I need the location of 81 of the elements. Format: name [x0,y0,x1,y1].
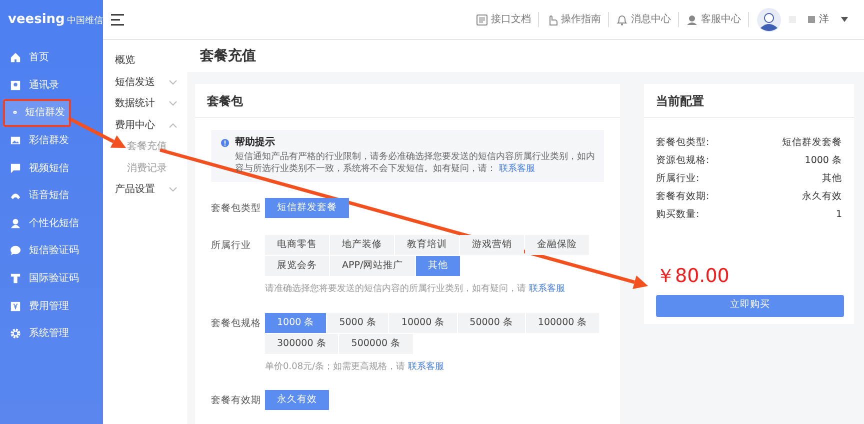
sidebar-item[interactable]: 费用管理 [0,292,103,320]
caret-icon[interactable] [841,17,848,22]
header-link[interactable]: 接口文档 [469,12,539,27]
submenu-item[interactable]: 短信发送 [103,72,187,93]
option-button[interactable]: 地产装修 [330,235,394,256]
config-label: 购买数量: [656,208,700,222]
config-label: 套餐有效期: [656,190,710,204]
option-button[interactable]: 1000 条 [265,312,326,333]
document-icon [476,14,488,26]
config-label: 所属行业: [656,172,700,186]
option-button[interactable]: 金融保险 [525,235,589,256]
page-title: 套餐充值 [187,40,864,72]
submenu-item[interactable]: 概览 [103,50,187,72]
image-icon [10,135,21,146]
option-button[interactable]: 展览会务 [265,256,329,276]
home-icon [10,52,21,64]
option-button[interactable]: 其他 [416,256,460,276]
contact-card-icon [10,80,21,91]
option-button[interactable]: 50000 条 [458,312,525,333]
field-label: 所属行业 [211,239,252,254]
config-value: 短信群发套餐 [782,136,842,150]
sidebar-item[interactable]: 彩信群发 [0,126,103,154]
config-value: 永久有效 [802,190,842,204]
option-button[interactable]: 500000 条 [339,334,413,354]
message-icon [10,162,21,174]
field-label: 套餐包类型 [211,202,262,216]
sidebar-item[interactable]: 系统管理 [0,320,103,348]
header-link[interactable]: 客服中心 [679,12,749,27]
annotation-arrow [67,116,126,148]
card-title: 套餐包 [195,84,620,118]
sidebar-item[interactable]: 短信群发 [3,99,71,127]
option-button[interactable]: 短信群发套餐 [265,198,349,218]
hint-text: 请准确选择您将要发送的短信内容的所属行业类别，如有疑问，请 联系客服 [265,283,566,296]
help-title: 帮助提示 [235,136,276,150]
user-name[interactable]: 洋 [819,12,829,27]
sidebar-item[interactable]: 语音短信 [0,182,103,210]
contact-link[interactable]: 联系客服 [408,362,444,372]
hint-text: 单价0.08元/条；如需更高规格，请 联系客服 [265,360,445,374]
option-button[interactable]: 300000 条 [265,334,338,354]
card-title: 当前配置 [644,84,854,118]
option-button[interactable]: 教育培训 [395,235,459,256]
option-button[interactable]: 5000 条 [327,312,388,333]
option-button[interactable]: 10000 条 [389,312,457,333]
sidebar-item[interactable]: 国际验证码 [0,264,103,292]
gear-icon [10,328,21,340]
menu-icon[interactable] [111,14,125,26]
submenu-item[interactable]: 消费记录 [103,158,187,179]
submenu-item[interactable]: 数据统计 [103,93,187,114]
bell-icon [616,14,628,26]
sidebar-item[interactable]: 短信验证码 [0,237,103,265]
option-button[interactable]: 电商零售 [265,235,329,256]
option-button[interactable]: 游戏营销 [460,235,524,256]
chat-bubble-icon [10,245,21,256]
config-label: 套餐包类型: [656,136,710,150]
config-value: 1 [836,208,842,222]
config-value: 1000 条 [804,154,842,168]
header-link[interactable]: 操作指南 [539,12,609,27]
buy-button[interactable]: 立即购买 [656,294,844,316]
info-icon [221,139,229,147]
contact-link[interactable]: 联系客服 [498,164,535,174]
avatar[interactable] [757,8,781,32]
submenu-item[interactable]: 产品设置 [103,179,187,200]
sidebar-item[interactable]: 视频短信 [0,154,103,182]
price: ￥80.00 [655,264,730,289]
sidebar-item[interactable]: 个性化短信 [0,210,103,238]
submenu-item[interactable]: 费用中心 [103,114,187,136]
person-icon [10,218,21,229]
option-button[interactable]: 100000 条 [526,312,600,333]
contact-link[interactable]: 联系客服 [528,284,565,294]
logo: veesing 中国维信 [8,11,103,30]
option-button[interactable]: 永久有效 [265,390,329,410]
field-label: 套餐包规格 [211,316,262,331]
field-label: 套餐有效期 [211,394,262,408]
yen-icon [10,300,21,312]
redaction-mark [808,16,815,23]
sidebar-item[interactable]: 通讯录 [0,72,103,100]
config-value: 其他 [822,172,842,186]
header-link[interactable]: 消息中心 [609,12,679,27]
sidebar-item[interactable]: 首页 [0,44,103,72]
config-label: 资源包规格: [656,154,710,168]
option-button[interactable]: APP/网站推广 [330,256,416,276]
